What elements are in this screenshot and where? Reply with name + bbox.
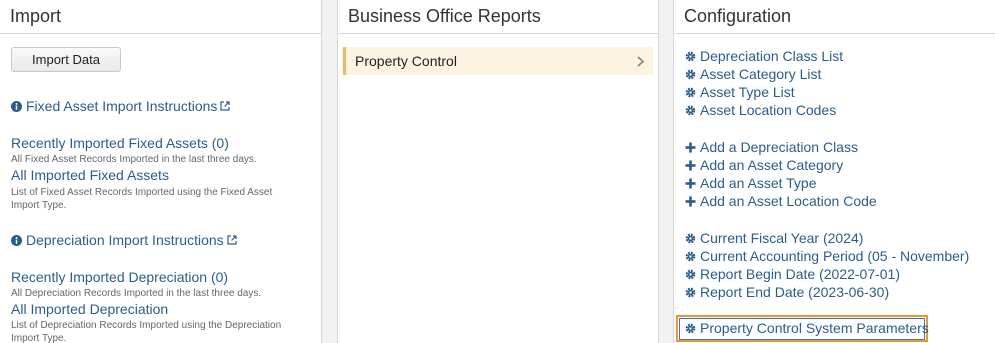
recent-depreciation-link[interactable]: Recently Imported Depreciation (0): [11, 269, 228, 285]
import-data-button[interactable]: Import Data: [11, 47, 121, 72]
add-depreciation-class-label: Add a Depreciation Class: [700, 139, 858, 155]
gear-icon: [685, 269, 696, 280]
current-accounting-period-label: Current Accounting Period (05 - November…: [700, 248, 970, 264]
chevron-right-icon: [637, 56, 645, 67]
add-asset-type-link[interactable]: Add an Asset Type: [685, 175, 817, 191]
gear-icon: [685, 69, 696, 80]
depreciation-instructions-label: Depreciation Import Instructions: [26, 232, 224, 248]
gear-icon: [685, 51, 696, 62]
report-end-date-link[interactable]: Report End Date (2023-06-30): [685, 284, 889, 300]
gear-icon: [685, 323, 696, 334]
depreciation-class-list-label: Depreciation Class List: [700, 48, 844, 64]
info-circle-icon: [11, 101, 22, 112]
asset-location-codes-link[interactable]: Asset Location Codes: [685, 102, 836, 118]
current-fiscal-year-link[interactable]: Current Fiscal Year (2024): [685, 230, 863, 246]
current-fiscal-year-label: Current Fiscal Year (2024): [700, 230, 864, 246]
report-end-date-label: Report End Date (2023-06-30): [700, 284, 890, 300]
recent-fixed-assets-link[interactable]: Recently Imported Fixed Assets (0): [11, 135, 229, 151]
all-depreciation-link[interactable]: All Imported Depreciation: [11, 301, 168, 317]
asset-location-codes-label: Asset Location Codes: [700, 102, 837, 118]
fixed-asset-instructions-label: Fixed Asset Import Instructions: [26, 98, 218, 114]
plus-icon: [685, 196, 696, 207]
info-circle-icon: [11, 235, 22, 246]
plus-icon: [685, 160, 696, 171]
plus-icon: [685, 178, 696, 189]
all-depreciation-desc-1: List of Depreciation Records Imported us…: [11, 320, 282, 331]
asset-category-list-label: Asset Category List: [700, 66, 822, 82]
reports-panel-title: Business Office Reports: [338, 0, 658, 34]
gear-icon: [685, 233, 696, 244]
configuration-panel: Configuration Depreciation Class List As…: [673, 0, 995, 343]
gear-icon: [685, 251, 696, 262]
all-fixed-assets-link[interactable]: All Imported Fixed Assets: [11, 167, 169, 183]
property-control-system-parameters-link[interactable]: Property Control System Parameters: [685, 320, 929, 336]
add-asset-location-code-link[interactable]: Add an Asset Location Code: [685, 193, 877, 209]
add-depreciation-class-link[interactable]: Add a Depreciation Class: [685, 139, 858, 155]
asset-type-list-link[interactable]: Asset Type List: [685, 84, 795, 100]
current-accounting-period-link[interactable]: Current Accounting Period (05 - November…: [685, 248, 969, 264]
recent-depreciation-desc: All Depreciation Records Imported in the…: [11, 288, 262, 299]
all-fixed-assets-desc-2: Import Type.: [11, 200, 67, 211]
external-link-icon: [220, 101, 231, 111]
report-item-property-control[interactable]: Property Control: [343, 47, 653, 75]
add-asset-category-link[interactable]: Add an Asset Category: [685, 157, 843, 173]
all-depreciation-desc-2: Import Type.: [11, 333, 67, 343]
external-link-icon: [227, 235, 237, 245]
report-begin-date-link[interactable]: Report Begin Date (2022-07-01): [685, 266, 900, 282]
gear-icon: [685, 105, 696, 116]
configuration-panel-title: Configuration: [674, 0, 995, 34]
all-fixed-assets-desc-1: List of Fixed Asset Records Imported usi…: [11, 187, 273, 198]
import-panel: Import Import Data Fixed Asset Import In…: [0, 0, 322, 343]
add-asset-location-code-label: Add an Asset Location Code: [700, 193, 877, 209]
plus-icon: [685, 142, 696, 153]
depreciation-instructions-link[interactable]: Depreciation Import Instructions: [11, 232, 237, 248]
asset-category-list-link[interactable]: Asset Category List: [685, 66, 821, 82]
asset-type-list-label: Asset Type List: [700, 84, 795, 100]
report-item-label: Property Control: [355, 53, 457, 69]
property-control-system-parameters-label: Property Control System Parameters: [700, 320, 929, 336]
recent-fixed-assets-desc: All Fixed Asset Records Imported in the …: [11, 154, 257, 165]
business-office-reports-panel: Business Office Reports Property Control: [337, 0, 659, 343]
fixed-asset-instructions-link[interactable]: Fixed Asset Import Instructions: [11, 98, 231, 114]
add-asset-type-label: Add an Asset Type: [700, 175, 817, 191]
gear-icon: [685, 87, 696, 98]
add-asset-category-label: Add an Asset Category: [700, 157, 844, 173]
report-begin-date-label: Report Begin Date (2022-07-01): [700, 266, 901, 282]
depreciation-class-list-link[interactable]: Depreciation Class List: [685, 48, 843, 64]
gear-icon: [685, 287, 696, 298]
import-panel-title: Import: [0, 0, 321, 34]
